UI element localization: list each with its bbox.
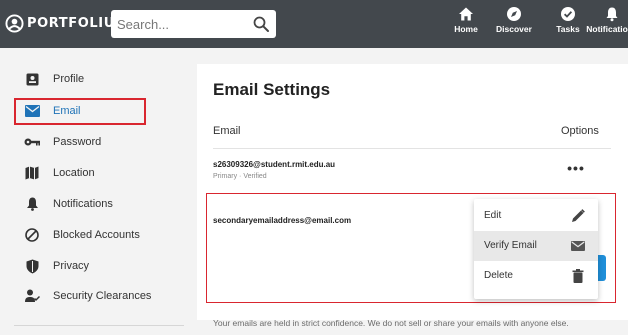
map-icon <box>24 165 40 181</box>
menu-item-label: Verify Email <box>484 240 537 251</box>
secondary-email-address: secondaryemailaddress@email.com <box>213 216 352 225</box>
sidebar-item-label: Privacy <box>53 260 90 272</box>
sidebar-item-label: Notifications <box>53 198 113 210</box>
trash-icon <box>572 269 584 283</box>
sidebar-item-label: Profile <box>53 73 85 85</box>
nav-notifications[interactable]: Notifications <box>582 6 628 34</box>
primary-email-status: Primary · Verified <box>213 173 267 180</box>
email-options-button[interactable]: ••• <box>566 161 586 178</box>
shield-icon <box>24 258 40 274</box>
nav-discover-label: Discover <box>496 24 532 34</box>
top-navigation-bar: PORTFOLIUM Home Discover Tasks Noti <box>0 0 628 48</box>
sidebar-item-notifications[interactable]: Notifications <box>24 191 113 217</box>
menu-item-label: Delete <box>484 270 513 281</box>
sidebar-item-security-clearances[interactable]: Security Clearances <box>24 283 151 309</box>
portfolium-logo[interactable]: PORTFOLIUM <box>5 14 128 33</box>
sidebar-item-profile[interactable]: Profile <box>24 66 84 92</box>
check-circle-icon <box>561 7 575 21</box>
bell-icon <box>24 196 40 212</box>
nav-discover[interactable]: Discover <box>484 6 544 34</box>
home-icon <box>459 7 473 21</box>
primary-email-address: s26309326@student.rmit.edu.au <box>213 160 336 169</box>
envelope-icon <box>571 241 585 251</box>
email-highlight-box <box>14 98 146 125</box>
sidebar-item-blocked-accounts[interactable]: Blocked Accounts <box>24 222 140 248</box>
sidebar-item-label: Password <box>53 136 102 148</box>
menu-item-edit[interactable]: Edit <box>474 201 598 231</box>
menu-item-delete[interactable]: Delete <box>474 261 598 291</box>
options-column-header: Options <box>561 125 599 137</box>
header-divider <box>213 148 611 149</box>
sidebar-item-label: Location <box>53 167 95 179</box>
user-check-icon <box>24 288 40 304</box>
email-options-menu: Edit Verify Email Delete <box>474 199 598 299</box>
sidebar-item-password[interactable]: Password <box>24 129 101 155</box>
search-icon[interactable] <box>252 15 270 33</box>
menu-item-verify-email[interactable]: Verify Email <box>474 231 598 261</box>
sidebar-item-location[interactable]: Location <box>24 160 95 186</box>
privacy-note: Your emails are held in strict confidenc… <box>213 318 569 328</box>
bell-icon <box>606 7 618 22</box>
sidebar-item-privacy[interactable]: Privacy <box>24 253 89 279</box>
email-column-header: Email <box>213 125 241 137</box>
search-box <box>111 10 276 38</box>
portfolium-logo-icon <box>5 14 24 33</box>
id-card-icon <box>24 71 40 87</box>
sidebar-item-label: Blocked Accounts <box>53 229 140 241</box>
key-icon <box>24 134 40 150</box>
sidebar-divider <box>14 325 184 326</box>
search-input[interactable] <box>117 14 247 34</box>
compass-icon <box>507 7 521 21</box>
nav-notifications-label: Notifications <box>586 24 628 34</box>
pencil-icon <box>572 209 585 222</box>
menu-item-label: Edit <box>484 210 502 221</box>
sidebar-item-label: Security Clearances <box>53 290 152 302</box>
block-icon <box>24 227 40 243</box>
page-title: Email Settings <box>213 80 331 99</box>
